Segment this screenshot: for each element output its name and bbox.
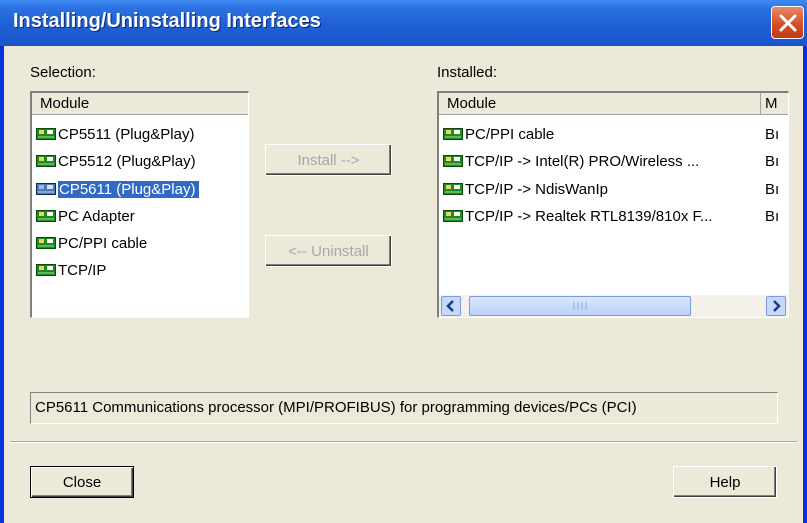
- row-module: TCP/IP -> Intel(R) PRO/Wireless ...: [465, 153, 700, 170]
- selection-label: Selection:: [30, 64, 96, 81]
- network-card-icon: [36, 155, 56, 167]
- network-card-icon: [443, 128, 463, 140]
- arrow-left-icon: [446, 300, 454, 312]
- list-item-label: PC/PPI cable: [58, 235, 148, 252]
- list-item-label: CP5512 (Plug&Play): [58, 153, 196, 170]
- selection-column-module[interactable]: Module: [32, 93, 248, 115]
- network-card-icon: [36, 128, 56, 140]
- window-border-right: [803, 46, 807, 523]
- installed-label: Installed:: [437, 64, 498, 81]
- network-card-icon: [36, 210, 56, 222]
- network-card-icon: [443, 210, 463, 222]
- list-item[interactable]: CP5511 (Plug&Play): [36, 124, 194, 146]
- window-close-button[interactable]: [771, 6, 804, 39]
- separator-highlight: [10, 442, 797, 443]
- list-item[interactable]: TCP/IP: [36, 260, 106, 282]
- title-bar[interactable]: Installing/Uninstalling Interfaces: [0, 0, 807, 46]
- row-module: PC/PPI cable: [465, 126, 555, 143]
- dialog-window: Installing/Uninstalling Interfaces Selec…: [0, 0, 807, 523]
- table-row[interactable]: PC/PPI cable: [443, 124, 554, 146]
- network-card-icon: [443, 183, 463, 195]
- installed-column-2[interactable]: M: [761, 93, 788, 115]
- network-card-icon: [443, 155, 463, 167]
- install-button[interactable]: Install -->: [265, 144, 392, 176]
- list-item-label: CP5611 (Plug&Play): [56, 180, 201, 199]
- scroll-left-button[interactable]: [441, 296, 461, 316]
- row-col2: Bı: [765, 126, 780, 143]
- table-row[interactable]: TCP/IP -> Realtek RTL8139/810x F...: [443, 206, 713, 228]
- network-card-icon: [36, 237, 56, 249]
- list-item-label: CP5511 (Plug&Play): [58, 126, 195, 143]
- network-card-icon: [36, 183, 56, 195]
- scroll-thumb[interactable]: [469, 296, 691, 316]
- installed-list[interactable]: Module M PC/PPI cable Bı TCP/IP -> Intel…: [437, 91, 789, 318]
- window-border-left: [0, 46, 4, 523]
- network-card-icon: [36, 264, 56, 276]
- list-item-label: TCP/IP: [58, 262, 107, 279]
- description-text: CP5611 Communications processor (MPI/PRO…: [30, 392, 778, 424]
- row-module: TCP/IP -> Realtek RTL8139/810x F...: [465, 208, 713, 225]
- horizontal-scrollbar[interactable]: [439, 295, 788, 317]
- table-row[interactable]: TCP/IP -> NdisWanIp: [443, 179, 608, 201]
- close-button[interactable]: Close: [30, 466, 134, 498]
- arrow-right-icon: [773, 300, 781, 312]
- window-title: Installing/Uninstalling Interfaces: [13, 10, 321, 32]
- list-item-selected[interactable]: CP5611 (Plug&Play): [36, 179, 201, 201]
- list-item[interactable]: PC/PPI cable: [36, 233, 147, 255]
- grip-icon: [573, 302, 587, 310]
- row-col2: Bı: [765, 208, 780, 225]
- list-item[interactable]: PC Adapter: [36, 206, 135, 228]
- installed-column-module[interactable]: Module: [439, 93, 761, 115]
- help-button[interactable]: Help: [673, 466, 777, 498]
- row-col2: Bı: [765, 181, 780, 198]
- selection-list[interactable]: Module CP5511 (Plug&Play) CP5512 (Plug&P…: [30, 91, 249, 318]
- close-icon: [779, 14, 797, 32]
- scroll-right-button[interactable]: [766, 296, 786, 316]
- uninstall-button[interactable]: <-- Uninstall: [265, 235, 392, 267]
- list-item-label: PC Adapter: [58, 208, 135, 225]
- table-row[interactable]: TCP/IP -> Intel(R) PRO/Wireless ...: [443, 151, 699, 173]
- list-item[interactable]: CP5512 (Plug&Play): [36, 151, 196, 173]
- row-module: TCP/IP -> NdisWanIp: [465, 181, 608, 198]
- row-col2: Bı: [765, 153, 780, 170]
